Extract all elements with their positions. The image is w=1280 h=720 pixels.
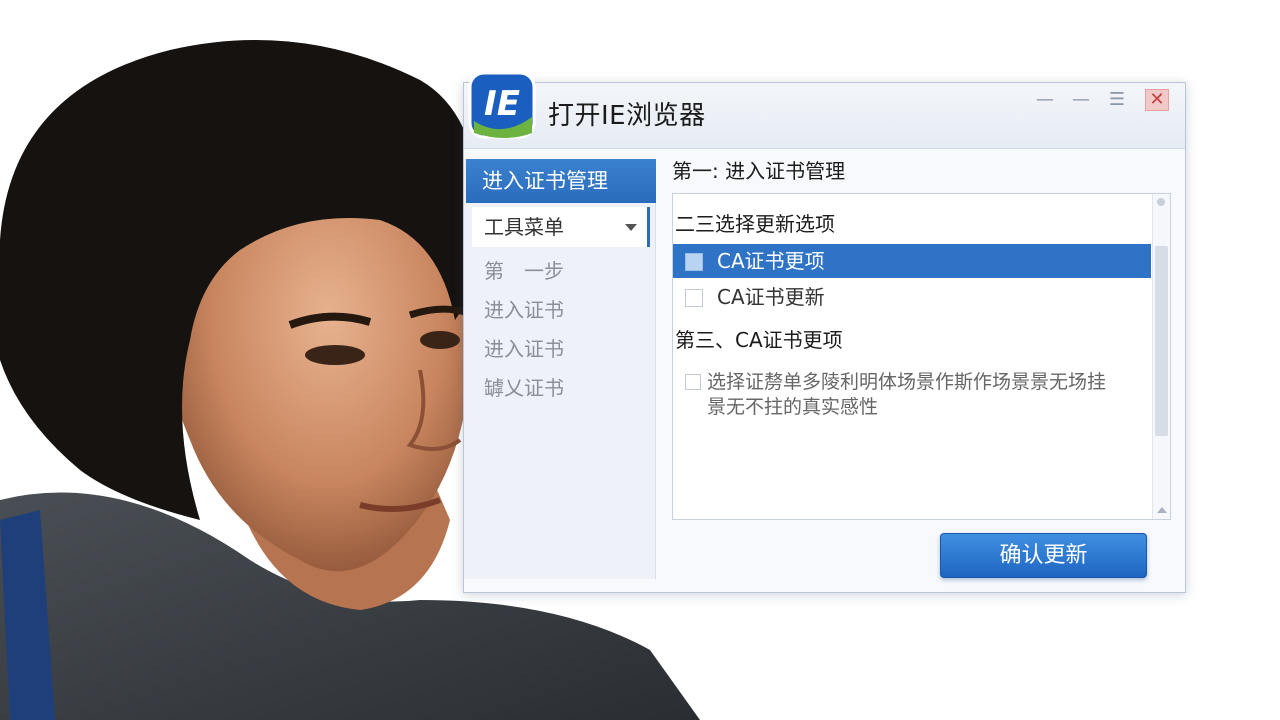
sidebar-item-step1[interactable]: 第 一步 <box>484 255 564 284</box>
option-ca-cert-update[interactable]: CA证书更新 <box>673 280 1151 314</box>
svg-text:IE: IE <box>484 84 520 124</box>
title-bar: IE 打开IE浏览器 — — ☰ ✕ <box>464 71 1185 149</box>
scroll-up-icon[interactable] <box>1157 198 1165 206</box>
close-icon[interactable]: ✕ <box>1145 89 1169 111</box>
ie-logo-icon: IE <box>468 71 536 139</box>
sidebar-header[interactable]: 进入证书管理 <box>466 159 656 203</box>
option-checkbox[interactable] <box>685 289 703 307</box>
description-block: 选择证剺单多陵利明体场景作斯作场景景无场挂 景无不拄的真实感性 <box>685 370 1155 420</box>
description-line: 选择证剺单多陵利明体场景作斯作场景景无场挂 <box>707 371 1107 393</box>
option-label: CA证书更新 <box>717 285 825 309</box>
scrollbar[interactable] <box>1152 194 1170 519</box>
confirm-update-button[interactable]: 确认更新 <box>940 533 1147 578</box>
tools-menu-dropdown[interactable]: 工具菜单 <box>472 207 650 247</box>
dropdown-label: 工具菜单 <box>484 215 564 239</box>
window-title: 打开IE浏览器 <box>548 101 706 131</box>
description-line: 景无不拄的真实感性 <box>707 396 879 418</box>
ie-dialog-window: IE 打开IE浏览器 — — ☰ ✕ 进入证书管理 工具菜单 第 一步 进入证书… <box>463 71 1186 593</box>
sidebar-item-cert[interactable]: 进入证书 <box>484 294 564 323</box>
sidebar: 进入证书管理 工具菜单 第 一步 进入证书 进入证书 罅乂证书 <box>464 159 656 579</box>
options-list: 二三选择更新选项 CA证书更项 CA证书更新 第三、CA证书更项 选择证剺单多陵… <box>672 193 1171 520</box>
minimize-icon[interactable]: — <box>1034 89 1056 111</box>
step-heading: 第一: 进入证书管理 <box>672 159 846 183</box>
scroll-thumb[interactable] <box>1155 246 1168 436</box>
minimize-icon[interactable]: — <box>1070 89 1092 111</box>
sidebar-item-cert[interactable]: 罅乂证书 <box>484 372 564 401</box>
option-label: CA证书更项 <box>717 249 825 273</box>
chevron-down-icon <box>625 224 637 231</box>
section-title: 二三选择更新选项 <box>675 212 835 236</box>
description-checkbox[interactable] <box>685 374 701 390</box>
maximize-icon[interactable]: ☰ <box>1106 89 1128 111</box>
option-checkbox[interactable] <box>685 253 703 271</box>
sidebar-item-cert[interactable]: 进入证书 <box>484 333 564 362</box>
scroll-down-icon[interactable] <box>1157 507 1167 513</box>
section-title: 第三、CA证书更项 <box>675 328 843 352</box>
option-ca-cert-item[interactable]: CA证书更项 <box>673 244 1151 278</box>
